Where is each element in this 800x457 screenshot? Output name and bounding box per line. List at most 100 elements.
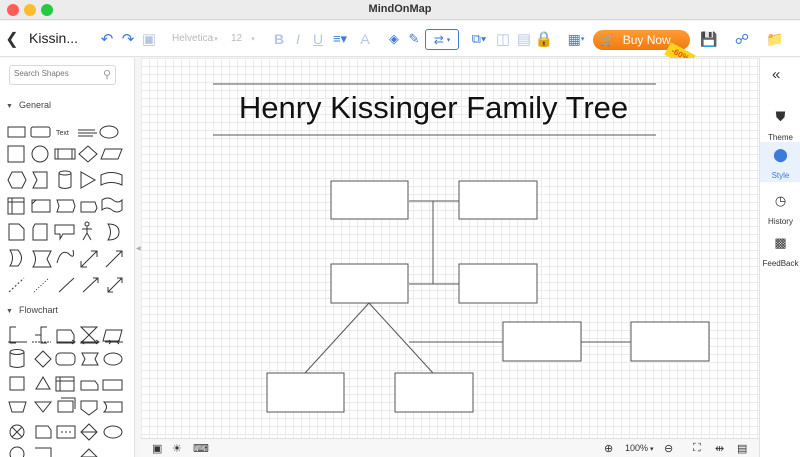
start-end-shape [103, 425, 123, 439]
chevron-down-icon: ▼ [6, 308, 13, 315]
share-icon[interactable]: ☍ [734, 29, 750, 49]
line-color-icon[interactable]: ✎ [407, 29, 421, 49]
zoom-in-icon[interactable]: ⊕ [604, 442, 613, 455]
fill-color-icon[interactable]: ◈ [386, 29, 402, 49]
font-family-select[interactable]: Helvetica [172, 33, 213, 44]
general-shapes-grid[interactable]: Text [5, 122, 125, 354]
search-shapes-box[interactable]: ⚲ [9, 65, 116, 85]
off-page-shape [32, 250, 52, 268]
sidebar-item-theme[interactable]: ⛊ Theme [760, 104, 800, 144]
shirt-icon: ⛊ [775, 109, 786, 124]
text-shape: Text [56, 130, 69, 137]
collapse-panel-icon[interactable]: « [772, 66, 780, 83]
sidebar-item-style[interactable]: ⬤ Style [760, 142, 800, 182]
brightness-icon[interactable]: ☀ [172, 442, 182, 455]
delay-shape [80, 201, 98, 213]
parallelogram-shape [100, 148, 123, 160]
chevron-down-icon[interactable]: ▾ [249, 29, 257, 49]
keyboard-icon[interactable]: ⌨ [193, 442, 209, 455]
family-member-box[interactable] [458, 263, 538, 304]
family-member-box[interactable] [630, 321, 710, 362]
diagram-canvas[interactable]: Henry Kissinger Family Tree [141, 58, 759, 438]
redo-icon[interactable]: ↷ [119, 29, 137, 49]
collate-shape [79, 326, 99, 344]
align-icon[interactable]: ≡▾ [331, 29, 349, 49]
search-shapes-input[interactable] [14, 69, 94, 78]
extract-shape [35, 376, 51, 390]
section-flowchart[interactable]: ▼ Flowchart [6, 305, 58, 315]
chevron-down-icon[interactable]: ▾ [212, 29, 220, 49]
window-title: MindOnMap [368, 3, 432, 15]
fullscreen-icon[interactable]: ⇹ [715, 442, 724, 455]
palette-icon: ⬤ [773, 147, 788, 162]
outline-view-icon[interactable]: ▤ [737, 442, 747, 455]
section-general[interactable]: ▼ General [6, 100, 51, 110]
bold-icon[interactable]: B [272, 29, 286, 49]
tape-shape [100, 172, 123, 186]
ungroup-icon[interactable]: ▤ [516, 29, 532, 49]
export-folder-icon[interactable]: 📁 [766, 29, 784, 49]
loop-limit-shape [35, 447, 52, 457]
connector-style-button[interactable]: ⇄ ▾ [425, 29, 459, 50]
rectangle-shape [7, 126, 26, 138]
italic-icon[interactable]: I [292, 29, 304, 49]
cylinder-shape [58, 186, 72, 189]
panel-resize-handle[interactable]: ◀ [136, 245, 141, 252]
family-member-box[interactable] [502, 321, 582, 362]
underline-icon[interactable]: U [311, 29, 325, 49]
decision-shape [34, 350, 52, 368]
format-painter-icon[interactable]: ▣ [141, 29, 157, 49]
connector-icon: ⇄ [433, 32, 444, 47]
chevron-down-icon: ▼ [6, 103, 13, 110]
display-shape [56, 199, 76, 213]
actor-shape [84, 221, 90, 227]
flowchart-shapes-grid[interactable] [5, 322, 125, 457]
zoom-level[interactable]: 100% [625, 443, 648, 453]
triangle-flow-shape [80, 448, 98, 457]
bracket-shape [35, 326, 47, 344]
buy-now-label: Buy Now [622, 33, 671, 47]
family-member-box[interactable] [330, 263, 409, 304]
connector-line [368, 302, 434, 374]
fit-screen-icon[interactable]: ⛶ [693, 442, 701, 455]
save-icon[interactable]: 💾 [700, 29, 717, 49]
rounded-rectangle-shape [30, 126, 51, 138]
diagram-title[interactable]: Henry Kissinger Family Tree [211, 90, 656, 126]
back-icon[interactable]: ❮ [5, 29, 19, 49]
arrange-icon[interactable]: ⧉▾ [468, 29, 490, 49]
merge-shape [33, 401, 53, 413]
chevron-down-icon: ▾ [446, 36, 451, 44]
square-shape [7, 145, 25, 163]
family-member-box[interactable] [266, 372, 345, 413]
step-shape [32, 171, 48, 189]
cart-icon: 🛒 [600, 34, 614, 47]
manual-input-shape [56, 329, 75, 344]
family-member-box[interactable] [394, 372, 474, 413]
shapes-panel: ⚲ ▼General Text [0, 58, 135, 457]
zoom-out-icon[interactable]: ⊖ [664, 442, 673, 455]
or-shape [107, 223, 120, 241]
sidebar-item-feedback[interactable]: ▩ FeedBack [760, 230, 800, 270]
triangle-shape [80, 171, 97, 189]
sidebar-item-history[interactable]: ◷ History [760, 188, 800, 228]
search-icon[interactable]: ⚲ [103, 68, 111, 81]
document-title[interactable]: Kissin... [29, 30, 78, 46]
family-member-box[interactable] [458, 180, 538, 220]
font-size-select[interactable]: 12 [231, 33, 242, 44]
preparation-shape [81, 352, 99, 366]
double-arrow-shape [80, 250, 98, 268]
table-icon[interactable]: ▦ ▾ [565, 29, 587, 49]
dotted-line-shape [33, 277, 50, 293]
wave-shape [101, 197, 123, 213]
circle-shape [31, 145, 49, 163]
text-color-icon[interactable]: A [358, 29, 372, 49]
status-bar: ▣ ☀ ⌨ ⊕ 100% ▾ ⊖ ⛶ ⇹ ▤ [141, 438, 759, 457]
predefined-shape [102, 379, 123, 391]
internal-storage-flow-shape [55, 376, 75, 392]
family-member-box[interactable] [330, 180, 409, 220]
minimap-icon[interactable]: ▣ [152, 442, 162, 455]
group-icon[interactable]: ◫ [495, 29, 511, 49]
chevron-down-icon[interactable]: ▾ [650, 445, 654, 453]
undo-icon[interactable]: ↶ [98, 29, 116, 49]
lock-icon[interactable]: 🔒 [535, 29, 554, 49]
